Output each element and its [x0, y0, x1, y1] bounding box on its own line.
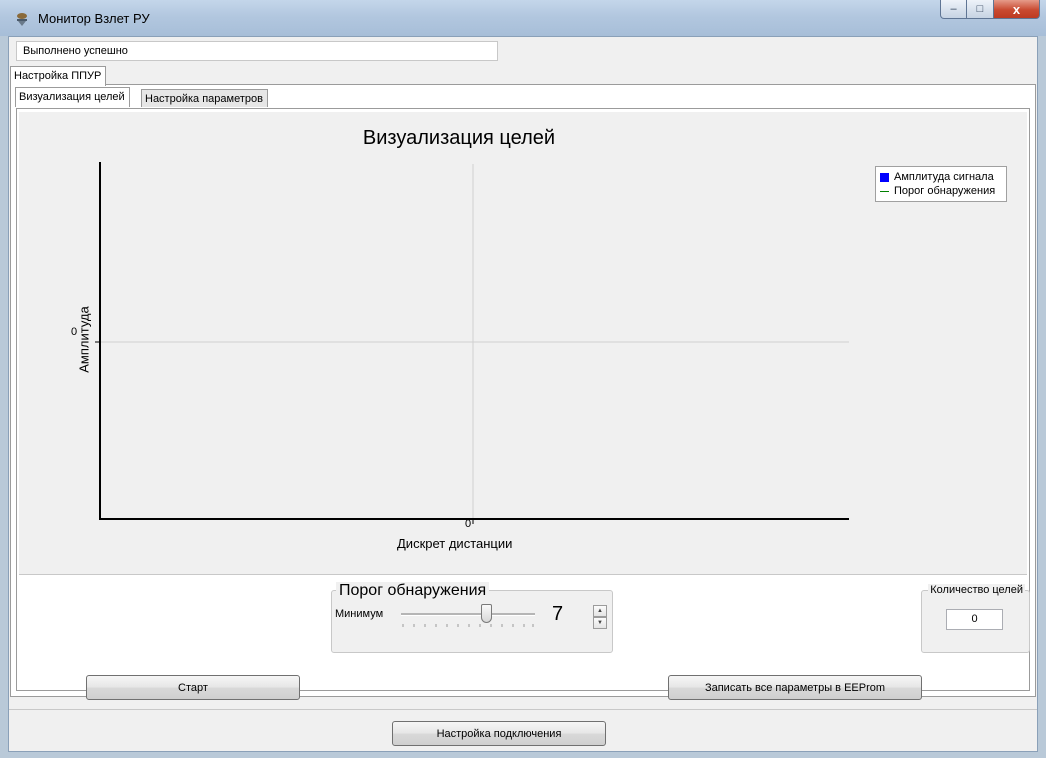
status-field: Выполнено успешно — [16, 41, 498, 61]
write-eeprom-button[interactable]: Записать все параметры в EEProm — [668, 675, 922, 700]
legend-swatch — [880, 172, 889, 182]
title-bar: Монитор Взлет РУ – □ x — [0, 0, 1046, 36]
threshold-slider-handle[interactable] — [481, 604, 493, 623]
divider — [9, 709, 1037, 710]
close-button[interactable]: x — [994, 0, 1040, 19]
legend-item: Амплитуда сигнала — [880, 170, 1002, 184]
connection-settings-button[interactable]: Настройка подключения — [392, 721, 606, 746]
start-button[interactable]: Старт — [86, 675, 300, 700]
minimum-label: Минимум — [335, 608, 384, 620]
tab-visualization[interactable]: Визуализация целей — [15, 87, 130, 107]
y-axis-label: Амплитуда — [76, 306, 92, 373]
legend-label: Порог обнаружения — [894, 185, 996, 197]
threshold-slider-track[interactable] — [401, 613, 535, 616]
target-count-field: 0 — [946, 609, 1003, 630]
x-axis-label: Дискрет дистанции — [397, 536, 513, 551]
threshold-group-title: Порог обнаружения — [336, 582, 490, 600]
target-count-group: Количество целей 0 — [921, 584, 1030, 653]
legend-line — [880, 190, 889, 192]
threshold-group: Порог обнаружения Минимум 7 ▲ ▼ — [331, 582, 613, 653]
chart-legend: Амплитуда сигнала Порог обнаружения — [875, 166, 1007, 202]
minimize-button[interactable]: – — [940, 0, 967, 19]
window-title: Монитор Взлет РУ — [38, 11, 150, 26]
target-count-title: Количество целей — [928, 584, 1025, 596]
maximize-button[interactable]: □ — [967, 0, 994, 19]
x-tick-label: 0 — [465, 518, 472, 530]
threshold-spinbox-buttons: ▲ ▼ — [593, 605, 607, 630]
slider-ticks — [402, 624, 534, 627]
tab-parameters[interactable]: Настройка параметров — [141, 89, 268, 107]
threshold-spinbox-value[interactable]: 7 — [552, 603, 563, 626]
app-icon — [17, 13, 27, 26]
tab-nastroyka-ppur[interactable]: Настройка ППУР — [10, 66, 107, 86]
spin-up-icon[interactable]: ▲ — [593, 605, 607, 617]
legend-label: Амплитуда сигнала — [894, 171, 994, 183]
window-client: Выполнено успешно Настройка ППУР Визуали… — [8, 36, 1038, 752]
outer-tab-pane: Визуализация целей Настройка параметров … — [10, 84, 1036, 697]
legend-item: Порог обнаружения — [880, 184, 1002, 198]
spin-down-icon[interactable]: ▼ — [593, 617, 607, 629]
chart-area: Визуализация целей 0 0 Дискрет дистанции… — [19, 112, 1027, 575]
inner-tab-pane: Визуализация целей 0 0 Дискрет дистанции… — [16, 108, 1030, 691]
